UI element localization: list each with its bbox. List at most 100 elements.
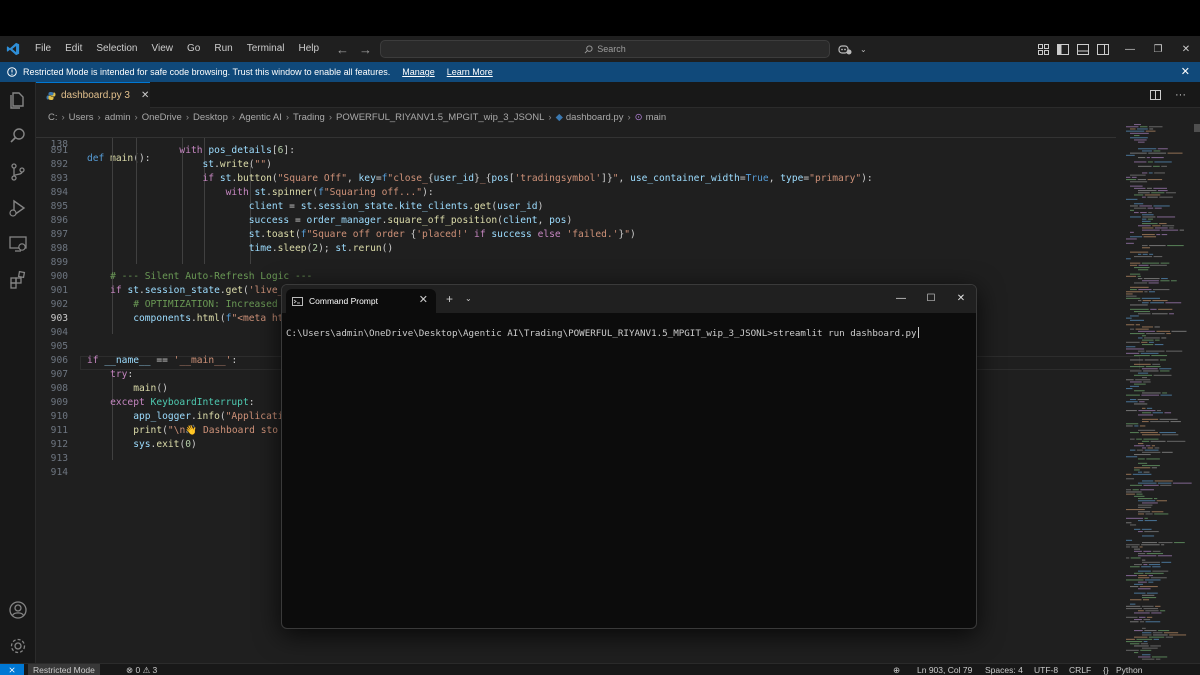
menu-view[interactable]: View (145, 36, 181, 62)
menu-selection[interactable]: Selection (89, 36, 144, 62)
breadcrumb-symbol[interactable]: main (646, 112, 667, 123)
code-line[interactable]: 896 success = order_manager.square_off_p… (36, 214, 1116, 228)
source-control-icon[interactable] (8, 162, 28, 182)
terminal-maximize-icon[interactable]: ☐ (916, 293, 946, 304)
indentation-status[interactable]: Spaces: 4 (985, 664, 1023, 675)
banner-close-icon[interactable]: ✕ (1181, 65, 1190, 78)
line-number: 901 (50, 285, 68, 296)
problems-status[interactable]: ⊗ 0 ⚠ 3 (126, 664, 157, 675)
forward-arrow-icon[interactable]: → (359, 42, 372, 57)
explorer-icon[interactable] (8, 90, 28, 110)
minimap-code-stroke (1138, 458, 1145, 460)
toggle-panel-icon[interactable] (1077, 43, 1089, 55)
minimap-code-stroke (1130, 308, 1149, 310)
menu-run[interactable]: Run (207, 36, 239, 62)
minimap-code-stroke (1137, 275, 1141, 277)
minimap-code-stroke (1136, 493, 1143, 495)
menu-file[interactable]: File (28, 36, 58, 62)
tab-dropdown-chevron-icon[interactable]: ⌄ (465, 294, 472, 303)
more-actions-icon[interactable]: ··· (1175, 89, 1186, 101)
tab-close-icon[interactable]: ✕ (141, 90, 149, 101)
encoding-status[interactable]: UTF-8 (1034, 664, 1058, 675)
code-line[interactable]: 898 time.sleep(2); st.rerun() (36, 242, 1116, 256)
minimap-code-stroke (1134, 203, 1144, 205)
tab-dashboard-py[interactable]: dashboard.py 3 ✕ (36, 82, 150, 108)
code-line[interactable]: 897 st.toast(f"Square off order {'placed… (36, 228, 1116, 242)
minimap-code-stroke (1143, 641, 1148, 643)
accounts-icon[interactable] (8, 600, 28, 620)
language-mode[interactable]: Python (1116, 664, 1142, 675)
terminal-close-icon[interactable]: ✕ (946, 293, 976, 304)
minimap-code-stroke (1126, 546, 1130, 548)
command-prompt-window[interactable]: Command Prompt ✕ + ⌄ — ☐ ✕ C:\Users\admi… (281, 284, 977, 629)
settings-gear-icon[interactable] (8, 636, 28, 656)
run-debug-icon[interactable] (8, 198, 28, 218)
customize-layout-icon[interactable] (1038, 43, 1049, 55)
split-editor-icon[interactable] (1150, 90, 1161, 100)
code-line[interactable]: 899 (36, 256, 1116, 270)
remote-indicator-icon[interactable]: ⨯ (0, 664, 24, 675)
new-tab-plus-icon[interactable]: + (446, 292, 453, 306)
minimap-code-stroke (1126, 575, 1137, 577)
copilot-menu[interactable]: ⌄ (838, 36, 867, 62)
vertical-scrollbar[interactable] (1194, 124, 1200, 132)
minimize-icon[interactable]: — (1116, 44, 1144, 55)
minimap-code-stroke (1138, 225, 1151, 227)
breadcrumb-admin[interactable]: admin (105, 112, 131, 123)
extensions-icon[interactable] (8, 270, 28, 290)
minimap-code-stroke (1151, 192, 1165, 194)
minimap[interactable] (1124, 124, 1194, 664)
minimap-code-stroke (1134, 583, 1144, 585)
minimap-code-stroke (1130, 643, 1140, 645)
menu-go[interactable]: Go (180, 36, 207, 62)
terminal-minimize-icon[interactable]: — (886, 293, 916, 304)
search-icon[interactable] (8, 126, 28, 146)
minimap-code-stroke (1138, 511, 1151, 513)
breadcrumb-project-folder[interactable]: POWERFUL_RIYANV1.5_MPGIT_wip_3_JSONL (336, 112, 544, 123)
command-center-search[interactable]: Search (380, 40, 830, 58)
restricted-mode-status[interactable]: Restricted Mode (28, 664, 100, 675)
cursor-position[interactable]: Ln 903, Col 79 (917, 664, 972, 675)
code-line[interactable]: 900 # --- Silent Auto-Refresh Logic --- (36, 270, 1116, 284)
code-line[interactable]: 892 st.write("") (36, 158, 1116, 172)
code-line[interactable]: 891 with pos_details[6]: (36, 144, 1116, 158)
breadcrumb-desktop[interactable]: Desktop (193, 112, 228, 123)
breadcrumb-onedrive[interactable]: OneDrive (142, 112, 182, 123)
code-line[interactable]: 894 with st.spinner(f"Squaring off..."): (36, 186, 1116, 200)
terminal-tab[interactable]: Command Prompt ✕ (286, 289, 436, 313)
code-line[interactable]: 893 if st.button("Square Off", key=f"clo… (36, 172, 1116, 186)
breadcrumb-agentic-ai[interactable]: Agentic AI (239, 112, 282, 123)
breadcrumb-users[interactable]: Users (69, 112, 94, 123)
remote-explorer-icon[interactable] (8, 234, 28, 254)
breadcrumb-file[interactable]: dashboard.py (566, 112, 624, 123)
code-line[interactable]: 895 client = st.session_state.kite_clien… (36, 200, 1116, 214)
manage-link[interactable]: Manage (402, 67, 435, 77)
sticky-scroll-line[interactable]: 138 def main(): (36, 124, 1116, 164)
minimap-code-stroke (1130, 557, 1141, 559)
eol-status[interactable]: CRLF (1069, 664, 1091, 675)
menu-terminal[interactable]: Terminal (240, 36, 292, 62)
minimap-code-stroke (1140, 621, 1145, 623)
terminal-output[interactable]: C:\Users\admin\OneDrive\Desktop\Agentic … (286, 327, 919, 339)
breadcrumb-trading[interactable]: Trading (293, 112, 325, 123)
minimap-code-stroke (1134, 139, 1147, 141)
maximize-icon[interactable]: ❐ (1144, 44, 1172, 55)
code-text: if st.button("Square Off", key=f"close_{… (202, 173, 873, 184)
menu-help[interactable]: Help (292, 36, 327, 62)
close-icon[interactable]: ✕ (1172, 44, 1200, 55)
breadcrumb-drive[interactable]: C: (48, 112, 58, 123)
minimap-code-stroke (1143, 381, 1151, 383)
terminal-tab-close-icon[interactable]: ✕ (419, 293, 428, 306)
minimap-code-stroke (1130, 599, 1142, 601)
toggle-secondary-sidebar-icon[interactable] (1097, 43, 1109, 55)
minimap-code-stroke (1132, 473, 1152, 475)
menu-edit[interactable]: Edit (58, 36, 89, 62)
zoom-icon[interactable]: ⊕ (893, 664, 900, 675)
minimap-code-stroke (1130, 432, 1139, 434)
learn-more-link[interactable]: Learn More (447, 67, 493, 77)
back-arrow-icon[interactable]: ← (336, 42, 349, 57)
minimap-code-stroke (1160, 610, 1166, 612)
line-number: 894 (50, 187, 68, 198)
toggle-primary-sidebar-icon[interactable] (1057, 43, 1069, 55)
minimap-code-stroke (1143, 278, 1160, 280)
